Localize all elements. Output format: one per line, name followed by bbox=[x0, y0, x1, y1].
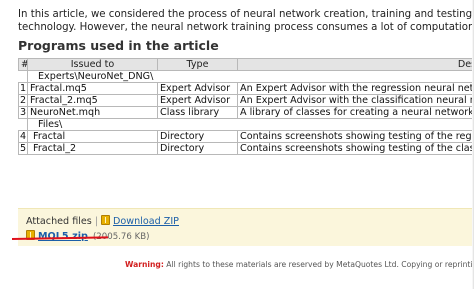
row-file-name: NeuroNet.mqh bbox=[27, 106, 158, 119]
row-description: Contains screenshots showing testing of … bbox=[237, 142, 474, 155]
header-description: Descri bbox=[237, 58, 474, 71]
table-row-folder: Experts\NeuroNet_DNG\ bbox=[18, 70, 474, 83]
row-description: An Expert Advisor with the regression ne… bbox=[237, 82, 474, 95]
article-conclusion-text: In this article, we considered the proce… bbox=[18, 8, 474, 34]
programs-table: # Issued to Type Descri Experts\NeuroNet… bbox=[18, 58, 474, 155]
row-type: Expert Advisor bbox=[157, 94, 238, 107]
attached-files-label: Attached files bbox=[26, 216, 92, 227]
header-type: Type bbox=[157, 58, 238, 71]
row-type: Expert Advisor bbox=[157, 82, 238, 95]
copyright-warning: Warning: All rights to these materials a… bbox=[125, 260, 474, 269]
row-number: 5 bbox=[18, 142, 28, 155]
section-title: Programs used in the article bbox=[18, 38, 219, 53]
warning-label: Warning: bbox=[125, 260, 164, 269]
row-file-name: Fractal_2.mq5 bbox=[27, 94, 158, 107]
row-number: 3 bbox=[18, 106, 28, 119]
folder-path: Files\ bbox=[27, 118, 474, 131]
intro-line-1: In this article, we considered the proce… bbox=[18, 9, 474, 20]
header-issued-to: Issued to bbox=[27, 58, 158, 71]
table-row: 1 Fractal.mq5 Expert Advisor An Expert A… bbox=[18, 82, 474, 95]
table-row: 4 Fractal Directory Contains screenshots… bbox=[18, 130, 474, 143]
warning-text: All rights to these materials are reserv… bbox=[166, 260, 474, 269]
article-page: In this article, we considered the proce… bbox=[0, 0, 474, 289]
row-description: An Expert Advisor with the classificatio… bbox=[237, 94, 474, 107]
table-row: 5 Fractal_2 Directory Contains screensho… bbox=[18, 142, 474, 155]
row-type: Directory bbox=[157, 130, 238, 143]
attached-files-panel: Attached files|Download ZIP MQL5.zip (20… bbox=[18, 208, 474, 246]
header-number: # bbox=[18, 58, 28, 71]
folder-path: Experts\NeuroNet_DNG\ bbox=[27, 70, 474, 83]
row-type: Class library bbox=[157, 106, 238, 119]
attached-files-header: Attached files | Download ZIP bbox=[26, 215, 179, 227]
intro-line-2: technology. However, the neural network … bbox=[18, 22, 474, 33]
separator: | bbox=[94, 216, 99, 227]
row-number: 4 bbox=[18, 130, 28, 143]
table-row: 3 NeuroNet.mqh Class library A library o… bbox=[18, 106, 474, 119]
row-number: 2 bbox=[18, 94, 28, 107]
table-row-folder: Files\ bbox=[18, 118, 474, 131]
zip-icon bbox=[101, 215, 111, 225]
row-file-name: Fractal bbox=[27, 130, 158, 143]
row-number: 1 bbox=[18, 82, 28, 95]
row-file-name: Fractal.mq5 bbox=[27, 82, 158, 95]
row-description: A library of classes for creating a neur… bbox=[237, 106, 474, 119]
row-file-name: Fractal_2 bbox=[27, 142, 158, 155]
download-zip-link[interactable]: Download ZIP bbox=[113, 216, 179, 227]
row-description: Contains screenshots showing testing of … bbox=[237, 130, 474, 143]
table-header-row: # Issued to Type Descri bbox=[18, 58, 474, 71]
table-row: 2 Fractal_2.mq5 Expert Advisor An Expert… bbox=[18, 94, 474, 107]
row-type: Directory bbox=[157, 142, 238, 155]
